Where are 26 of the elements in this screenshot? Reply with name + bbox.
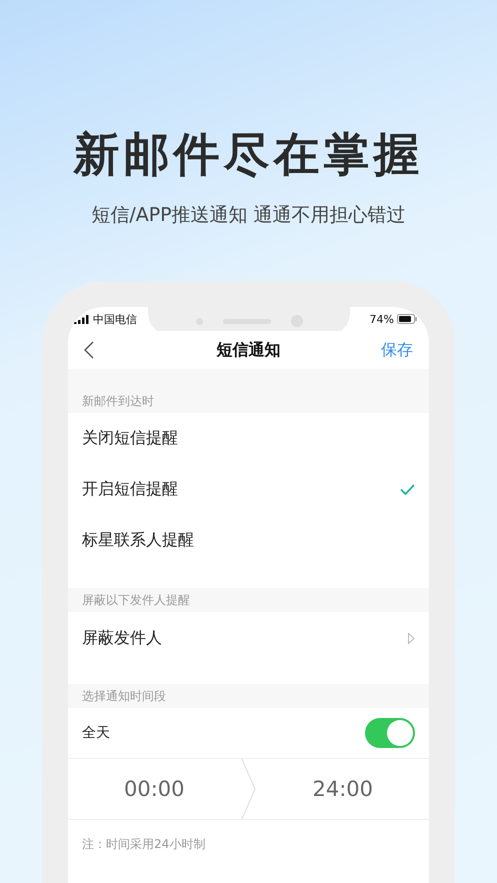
note-text: 注：时间采用24小时制: [81, 836, 206, 853]
start-time[interactable]: 00:00: [68, 777, 240, 801]
row-label: 屏蔽发件人: [82, 628, 162, 648]
divider-chevron-icon: [240, 759, 256, 819]
section-header: 屏蔽以下发件人提醒: [81, 592, 191, 609]
option-label: 开启短信提醒: [82, 479, 178, 500]
section-header: 选择通知时间段: [81, 688, 167, 705]
headline: 新邮件尽在掌握: [74, 126, 424, 183]
end-time[interactable]: 24:00: [256, 777, 429, 801]
option-row[interactable]: 开启短信提醒: [68, 464, 429, 515]
battery-percent: 74%: [370, 312, 394, 326]
battery-icon: [397, 314, 417, 324]
signal-icon: [74, 314, 90, 324]
subtitle: 短信/APP推送通知 通通不用担心错过: [91, 203, 406, 228]
section-header: 新邮件到达时: [81, 393, 155, 410]
option-label: 标星联系人提醒: [82, 530, 194, 551]
option-label: 关闭短信提醒: [82, 428, 178, 449]
option-row[interactable]: 关闭短信提醒: [68, 413, 429, 464]
option-row[interactable]: 标星联系人提醒: [68, 515, 429, 566]
toggle-label: 全天: [82, 724, 110, 742]
chevron-icon: [408, 632, 415, 644]
screen-title: 短信通知: [216, 340, 280, 360]
carrier-name: 中国电信: [93, 312, 137, 326]
blocked-senders-row[interactable]: 屏蔽发件人: [68, 612, 429, 684]
back-icon[interactable]: [84, 341, 94, 359]
toggle-switch[interactable]: [365, 718, 415, 748]
